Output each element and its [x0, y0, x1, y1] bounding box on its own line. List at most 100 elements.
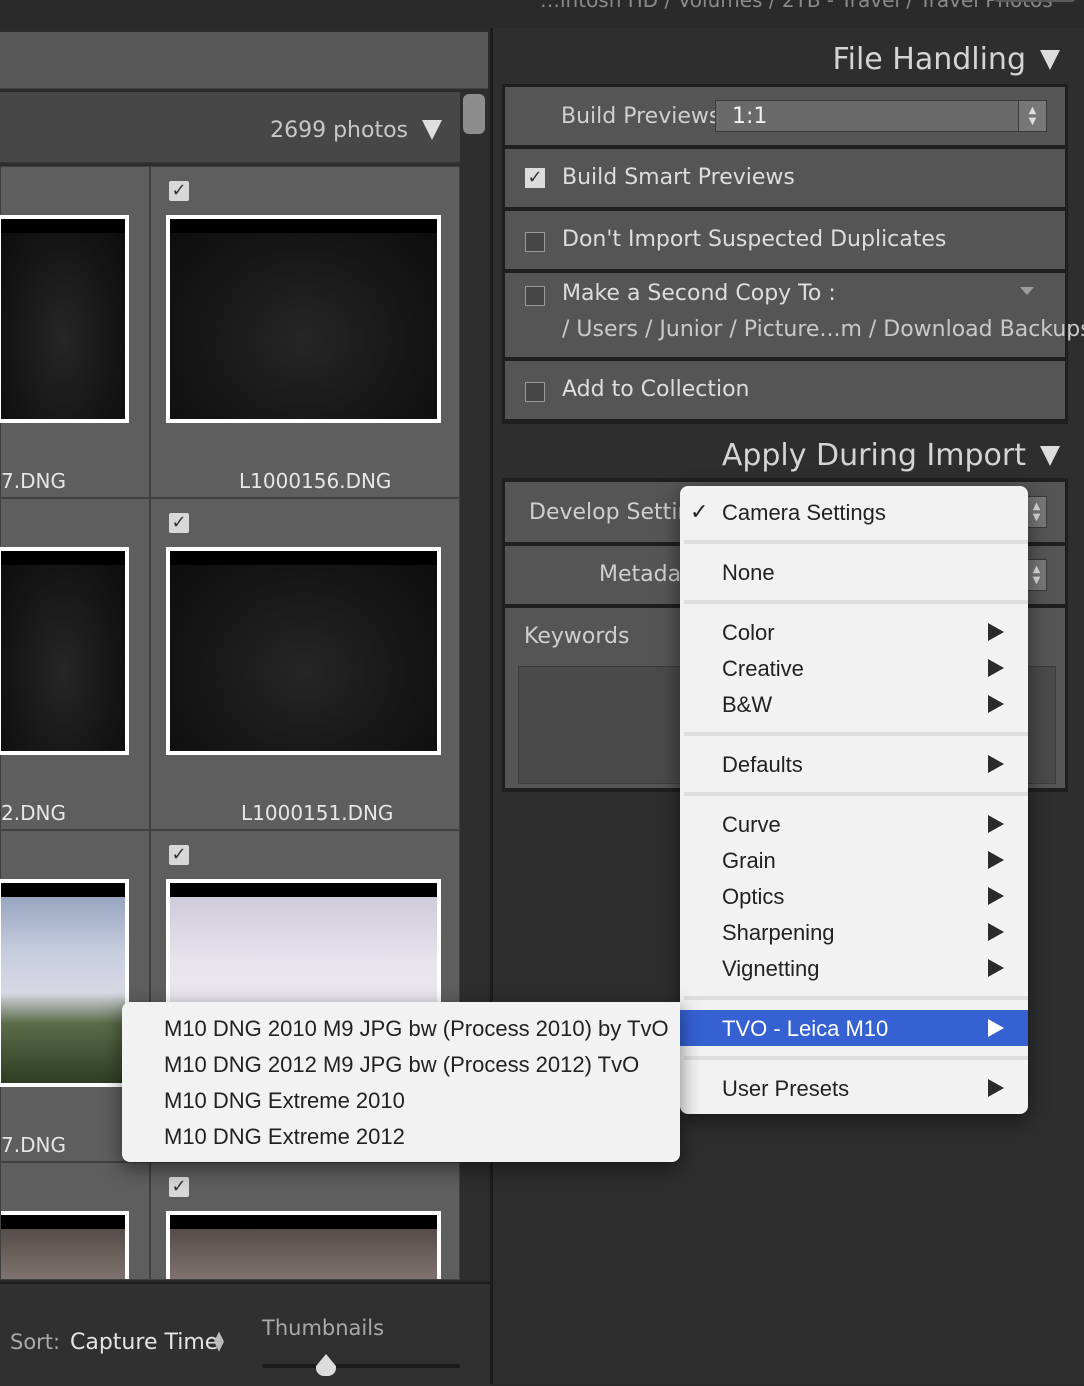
menu-item-label: Curve — [722, 812, 781, 837]
thumbnail-frame — [166, 1211, 441, 1279]
submenu-arrow-icon — [988, 623, 1004, 641]
menu-item-label: TVO - Leica M10 — [722, 1016, 889, 1041]
submenu-arrow-icon — [988, 659, 1004, 677]
thumbnail-frame — [0, 879, 129, 1087]
keywords-label: Keywords — [524, 624, 630, 649]
submenu-arrow-icon — [988, 923, 1004, 941]
thumbnail-frame — [0, 547, 129, 755]
build-previews-select[interactable]: 1:1 ▲ ▼ — [715, 100, 1047, 132]
submenu-item[interactable]: M10 DNG Extreme 2012 — [122, 1118, 680, 1154]
thumbnail-image — [1, 219, 125, 419]
thumbnail-size-slider-knob[interactable] — [316, 1354, 336, 1376]
menu-item-creative[interactable]: Creative — [680, 650, 1028, 686]
file-name: L1000151.DNG — [241, 801, 394, 825]
tvo-leica-m10-submenu: M10 DNG 2010 M9 JPG bw (Process 2010) by… — [122, 1002, 680, 1162]
submenu-item[interactable]: M10 DNG Extreme 2010 — [122, 1082, 680, 1118]
stepper-icon: ▲ ▼ — [1026, 497, 1046, 527]
menu-item-label: B&W — [722, 692, 773, 717]
menu-item-label: Creative — [722, 656, 804, 681]
grid-bottom-toolbar: Sort: Capture Time ▲ ▼ Thumbnails — [0, 1282, 490, 1386]
submenu-item[interactable]: M10 DNG 2012 M9 JPG bw (Process 2012) Tv… — [122, 1046, 680, 1082]
menu-item-label: Vignetting — [722, 956, 820, 981]
apply-during-import-title[interactable]: Apply During Import — [722, 438, 1026, 473]
build-smart-previews-row[interactable]: ✓ Build Smart Previews — [505, 149, 1065, 207]
submenu-arrow-icon — [988, 1079, 1004, 1097]
submenu-arrow-icon — [988, 959, 1004, 977]
menu-item-label: Optics — [722, 884, 785, 909]
thumbnail-size-slider-track[interactable] — [262, 1364, 460, 1368]
build-smart-previews-checkbox[interactable]: ✓ — [525, 168, 545, 188]
menu-item-vignetting[interactable]: Vignetting — [680, 950, 1028, 986]
second-copy-row[interactable]: Make a Second Copy To : / Users / Junior… — [505, 273, 1084, 357]
file-name: L1000156.DNG — [239, 469, 392, 493]
menu-item-color[interactable]: Color — [680, 614, 1028, 650]
stepper-icon: ▲ ▼ — [1018, 101, 1046, 131]
menu-item-label: Defaults — [722, 752, 803, 777]
grid-cell[interactable]: 7.DNG — [0, 166, 150, 498]
menu-item-label: Grain — [722, 848, 776, 873]
include-checkbox[interactable]: ✓ — [169, 845, 189, 865]
develop-settings-stepper[interactable]: ▲ ▼ — [1025, 496, 1047, 528]
submenu-item[interactable]: M10 DNG 2010 M9 JPG bw (Process 2010) by… — [122, 1010, 680, 1046]
thumbnail-image — [1, 883, 125, 1083]
menu-item-user-presets[interactable]: User Presets — [680, 1070, 1028, 1106]
dont-import-duplicates-row[interactable]: Don't Import Suspected Duplicates — [505, 211, 1065, 269]
top-bar: …intosh HD / Volumes / 2TB - Travel / Tr… — [0, 0, 1084, 28]
metadata-stepper[interactable]: ▲ ▼ — [1025, 559, 1047, 591]
grid-toolbar — [0, 32, 488, 89]
grid-cell[interactable]: ✓ — [150, 1162, 460, 1280]
menu-item-tvo-leica-m10[interactable]: TVO - Leica M10 — [680, 1010, 1028, 1046]
collapse-triangle-icon[interactable] — [1040, 50, 1060, 70]
include-checkbox[interactable]: ✓ — [169, 181, 189, 201]
sort-stepper-icon[interactable]: ▲ ▼ — [214, 1330, 224, 1353]
build-previews-label: Build Previews — [561, 104, 721, 129]
include-checkbox[interactable]: ✓ — [169, 1177, 189, 1197]
grid-scroll-thumb[interactable] — [463, 94, 485, 134]
thumbnail-image — [170, 551, 437, 751]
dont-import-duplicates-checkbox[interactable] — [525, 232, 545, 252]
chevron-down-icon[interactable] — [1020, 287, 1034, 295]
grid-cell[interactable] — [0, 1162, 150, 1280]
collapse-triangle-icon[interactable] — [422, 120, 442, 140]
menu-item-curve[interactable]: Curve — [680, 806, 1028, 842]
grid-cell[interactable]: ✓ L1000156.DNG — [150, 166, 460, 498]
menu-separator — [684, 600, 1028, 604]
thumbnail-image — [170, 219, 437, 419]
include-checkbox[interactable]: ✓ — [169, 513, 189, 533]
add-to-collection-row[interactable]: Add to Collection — [505, 361, 1065, 419]
second-copy-path[interactable]: / Users / Junior / Picture...m / Downloa… — [562, 317, 1084, 342]
menu-item-label: User Presets — [722, 1076, 850, 1101]
second-copy-checkbox[interactable] — [525, 286, 545, 306]
grid-cell[interactable]: ✓ L1000151.DNG — [150, 498, 460, 830]
build-previews-value: 1:1 — [732, 104, 768, 129]
develop-settings-label: Develop Setting — [529, 500, 706, 525]
add-to-collection-checkbox[interactable] — [525, 382, 545, 402]
thumbnail-image — [1, 551, 125, 751]
submenu-arrow-icon — [988, 851, 1004, 869]
thumbnail-frame — [166, 547, 441, 755]
grid-cell[interactable]: 2.DNG — [0, 498, 150, 830]
collapse-triangle-icon[interactable] — [1040, 446, 1060, 466]
menu-item-bw[interactable]: B&W — [680, 686, 1028, 722]
add-to-collection-label: Add to Collection — [562, 377, 750, 402]
file-name: 7.DNG — [1, 1133, 66, 1157]
thumbnails-label: Thumbnails — [262, 1316, 385, 1340]
dont-import-duplicates-label: Don't Import Suspected Duplicates — [562, 227, 947, 252]
menu-item-defaults[interactable]: Defaults — [680, 746, 1028, 782]
submenu-item-label: M10 DNG Extreme 2012 — [164, 1124, 405, 1149]
submenu-arrow-icon — [988, 1019, 1004, 1037]
top-right-button[interactable] — [995, 0, 1075, 2]
build-smart-previews-label: Build Smart Previews — [562, 165, 795, 190]
menu-item-none[interactable]: None — [680, 554, 1028, 590]
file-handling-title[interactable]: File Handling — [833, 42, 1026, 77]
menu-item-optics[interactable]: Optics — [680, 878, 1028, 914]
menu-item-sharpening[interactable]: Sharpening — [680, 914, 1028, 950]
menu-item-label: Sharpening — [722, 920, 835, 945]
second-copy-label: Make a Second Copy To : — [562, 281, 836, 306]
menu-item-camera-settings[interactable]: ✓ Camera Settings — [680, 494, 1028, 530]
thumbnail-image — [170, 1215, 437, 1279]
menu-item-grain[interactable]: Grain — [680, 842, 1028, 878]
thumbnail-image — [1, 1215, 125, 1279]
sort-select[interactable]: Capture Time — [70, 1330, 218, 1355]
metadata-label: Metadat — [599, 562, 690, 587]
